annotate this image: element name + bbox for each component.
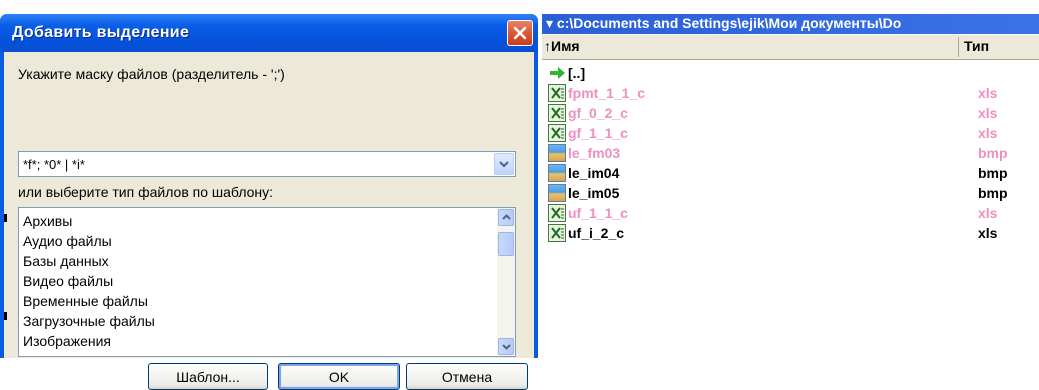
file-row[interactable]: le_fm03 bmp bbox=[548, 143, 1039, 163]
file-type-item[interactable]: Видео файлы bbox=[23, 273, 113, 289]
close-button[interactable] bbox=[507, 20, 533, 46]
add-selection-dialog: Добавить выделение Укажите маску файлов … bbox=[0, 14, 538, 390]
file-row[interactable]: uf_i_2_c xls bbox=[548, 223, 1039, 243]
scroll-up-button[interactable] bbox=[498, 209, 514, 226]
chevron-down-icon bbox=[501, 344, 511, 350]
column-name[interactable]: ↑Имя bbox=[544, 38, 580, 54]
file-row[interactable]: le_im04 bmp bbox=[548, 163, 1039, 183]
dialog-body: Укажите маску файлов (разделитель - ';')… bbox=[4, 52, 534, 390]
file-type: xls bbox=[978, 85, 998, 101]
file-type-item[interactable]: Изображения bbox=[23, 333, 111, 349]
chevron-up-icon bbox=[501, 214, 511, 220]
column-type[interactable]: Тип bbox=[964, 38, 989, 54]
mask-label: Укажите маску файлов (разделитель - ';') bbox=[18, 66, 285, 82]
file-row[interactable]: gf_0_2_c xls bbox=[548, 103, 1039, 123]
excel-file-icon bbox=[548, 124, 566, 142]
file-row[interactable]: uf_1_1_c xls bbox=[548, 203, 1039, 223]
up-arrow-icon bbox=[550, 67, 565, 79]
parent-dir-label: [..] bbox=[568, 65, 586, 81]
file-name: gf_1_1_c bbox=[568, 125, 628, 141]
chevron-down-icon bbox=[499, 161, 509, 168]
path-dropdown-icon[interactable]: ▾ bbox=[546, 15, 553, 31]
excel-file-icon bbox=[548, 84, 566, 102]
background-marker bbox=[4, 312, 7, 320]
dialog-title: Добавить выделение bbox=[12, 24, 190, 41]
close-icon bbox=[513, 26, 527, 40]
mask-input[interactable]: *f*; *0* | *i* bbox=[18, 151, 516, 177]
file-type-list[interactable]: Архивы Аудио файлы Базы данных Видео файлы В… bbox=[18, 207, 516, 357]
file-name: le_im04 bbox=[568, 165, 620, 181]
column-header: ↑Имя Тип bbox=[542, 35, 1039, 60]
file-type-item[interactable]: Аудио файлы bbox=[23, 233, 112, 249]
current-path: c:\Documents and Settings\ejik\Мои докум… bbox=[556, 15, 902, 31]
image-file-icon bbox=[548, 144, 566, 162]
template-label: или выберите тип файлов по шаблону: bbox=[18, 184, 274, 200]
file-type-item[interactable]: Архивы bbox=[23, 213, 72, 229]
mask-value: *f*; *0* | *i* bbox=[23, 157, 85, 172]
sort-arrow-icon: ↑ bbox=[544, 38, 551, 54]
image-file-icon bbox=[548, 184, 566, 202]
file-name: le_im05 bbox=[568, 185, 620, 201]
column-separator[interactable] bbox=[958, 37, 959, 57]
dialog-titlebar[interactable]: Добавить выделение bbox=[0, 14, 538, 52]
file-name: uf_i_2_c bbox=[568, 225, 625, 241]
ok-button[interactable]: OK bbox=[278, 363, 400, 390]
scroll-thumb[interactable] bbox=[498, 232, 514, 256]
file-name: le_fm03 bbox=[568, 145, 621, 161]
excel-file-icon bbox=[548, 224, 566, 242]
file-name: fpmt_1_1_c bbox=[568, 85, 646, 101]
file-type: xls bbox=[978, 125, 998, 141]
cancel-button[interactable]: Отмена bbox=[406, 363, 528, 390]
file-type: xls bbox=[978, 225, 998, 241]
file-type: bmp bbox=[978, 185, 1008, 201]
list-scrollbar[interactable] bbox=[497, 208, 515, 356]
background-marker bbox=[4, 214, 7, 222]
file-type: xls bbox=[978, 105, 998, 121]
scroll-down-button[interactable] bbox=[498, 338, 514, 355]
parent-dir-row[interactable]: [..] bbox=[548, 63, 1039, 83]
file-name: gf_0_2_c bbox=[568, 105, 628, 121]
template-button[interactable]: Шаблон... bbox=[148, 363, 268, 390]
file-type: xls bbox=[978, 205, 998, 221]
file-type: bmp bbox=[978, 145, 1008, 161]
file-row[interactable]: fpmt_1_1_c xls bbox=[548, 83, 1039, 103]
mask-dropdown-button[interactable] bbox=[494, 153, 514, 175]
file-name: uf_1_1_c bbox=[568, 205, 628, 221]
file-type-item[interactable]: Базы данных bbox=[23, 253, 109, 269]
image-file-icon bbox=[548, 164, 566, 182]
path-bar[interactable]: ▾ c:\Documents and Settings\ejik\Мои док… bbox=[542, 14, 1039, 34]
excel-file-icon bbox=[548, 204, 566, 222]
excel-file-icon bbox=[548, 104, 566, 122]
file-panel: ▾ c:\Documents and Settings\ejik\Мои док… bbox=[542, 14, 1039, 358]
file-type-item[interactable]: Загрузочные файлы bbox=[23, 313, 155, 329]
file-row[interactable]: gf_1_1_c xls bbox=[548, 123, 1039, 143]
file-type: bmp bbox=[978, 165, 1008, 181]
file-row[interactable]: le_im05 bmp bbox=[548, 183, 1039, 203]
file-type-item[interactable]: Временные файлы bbox=[23, 293, 148, 309]
